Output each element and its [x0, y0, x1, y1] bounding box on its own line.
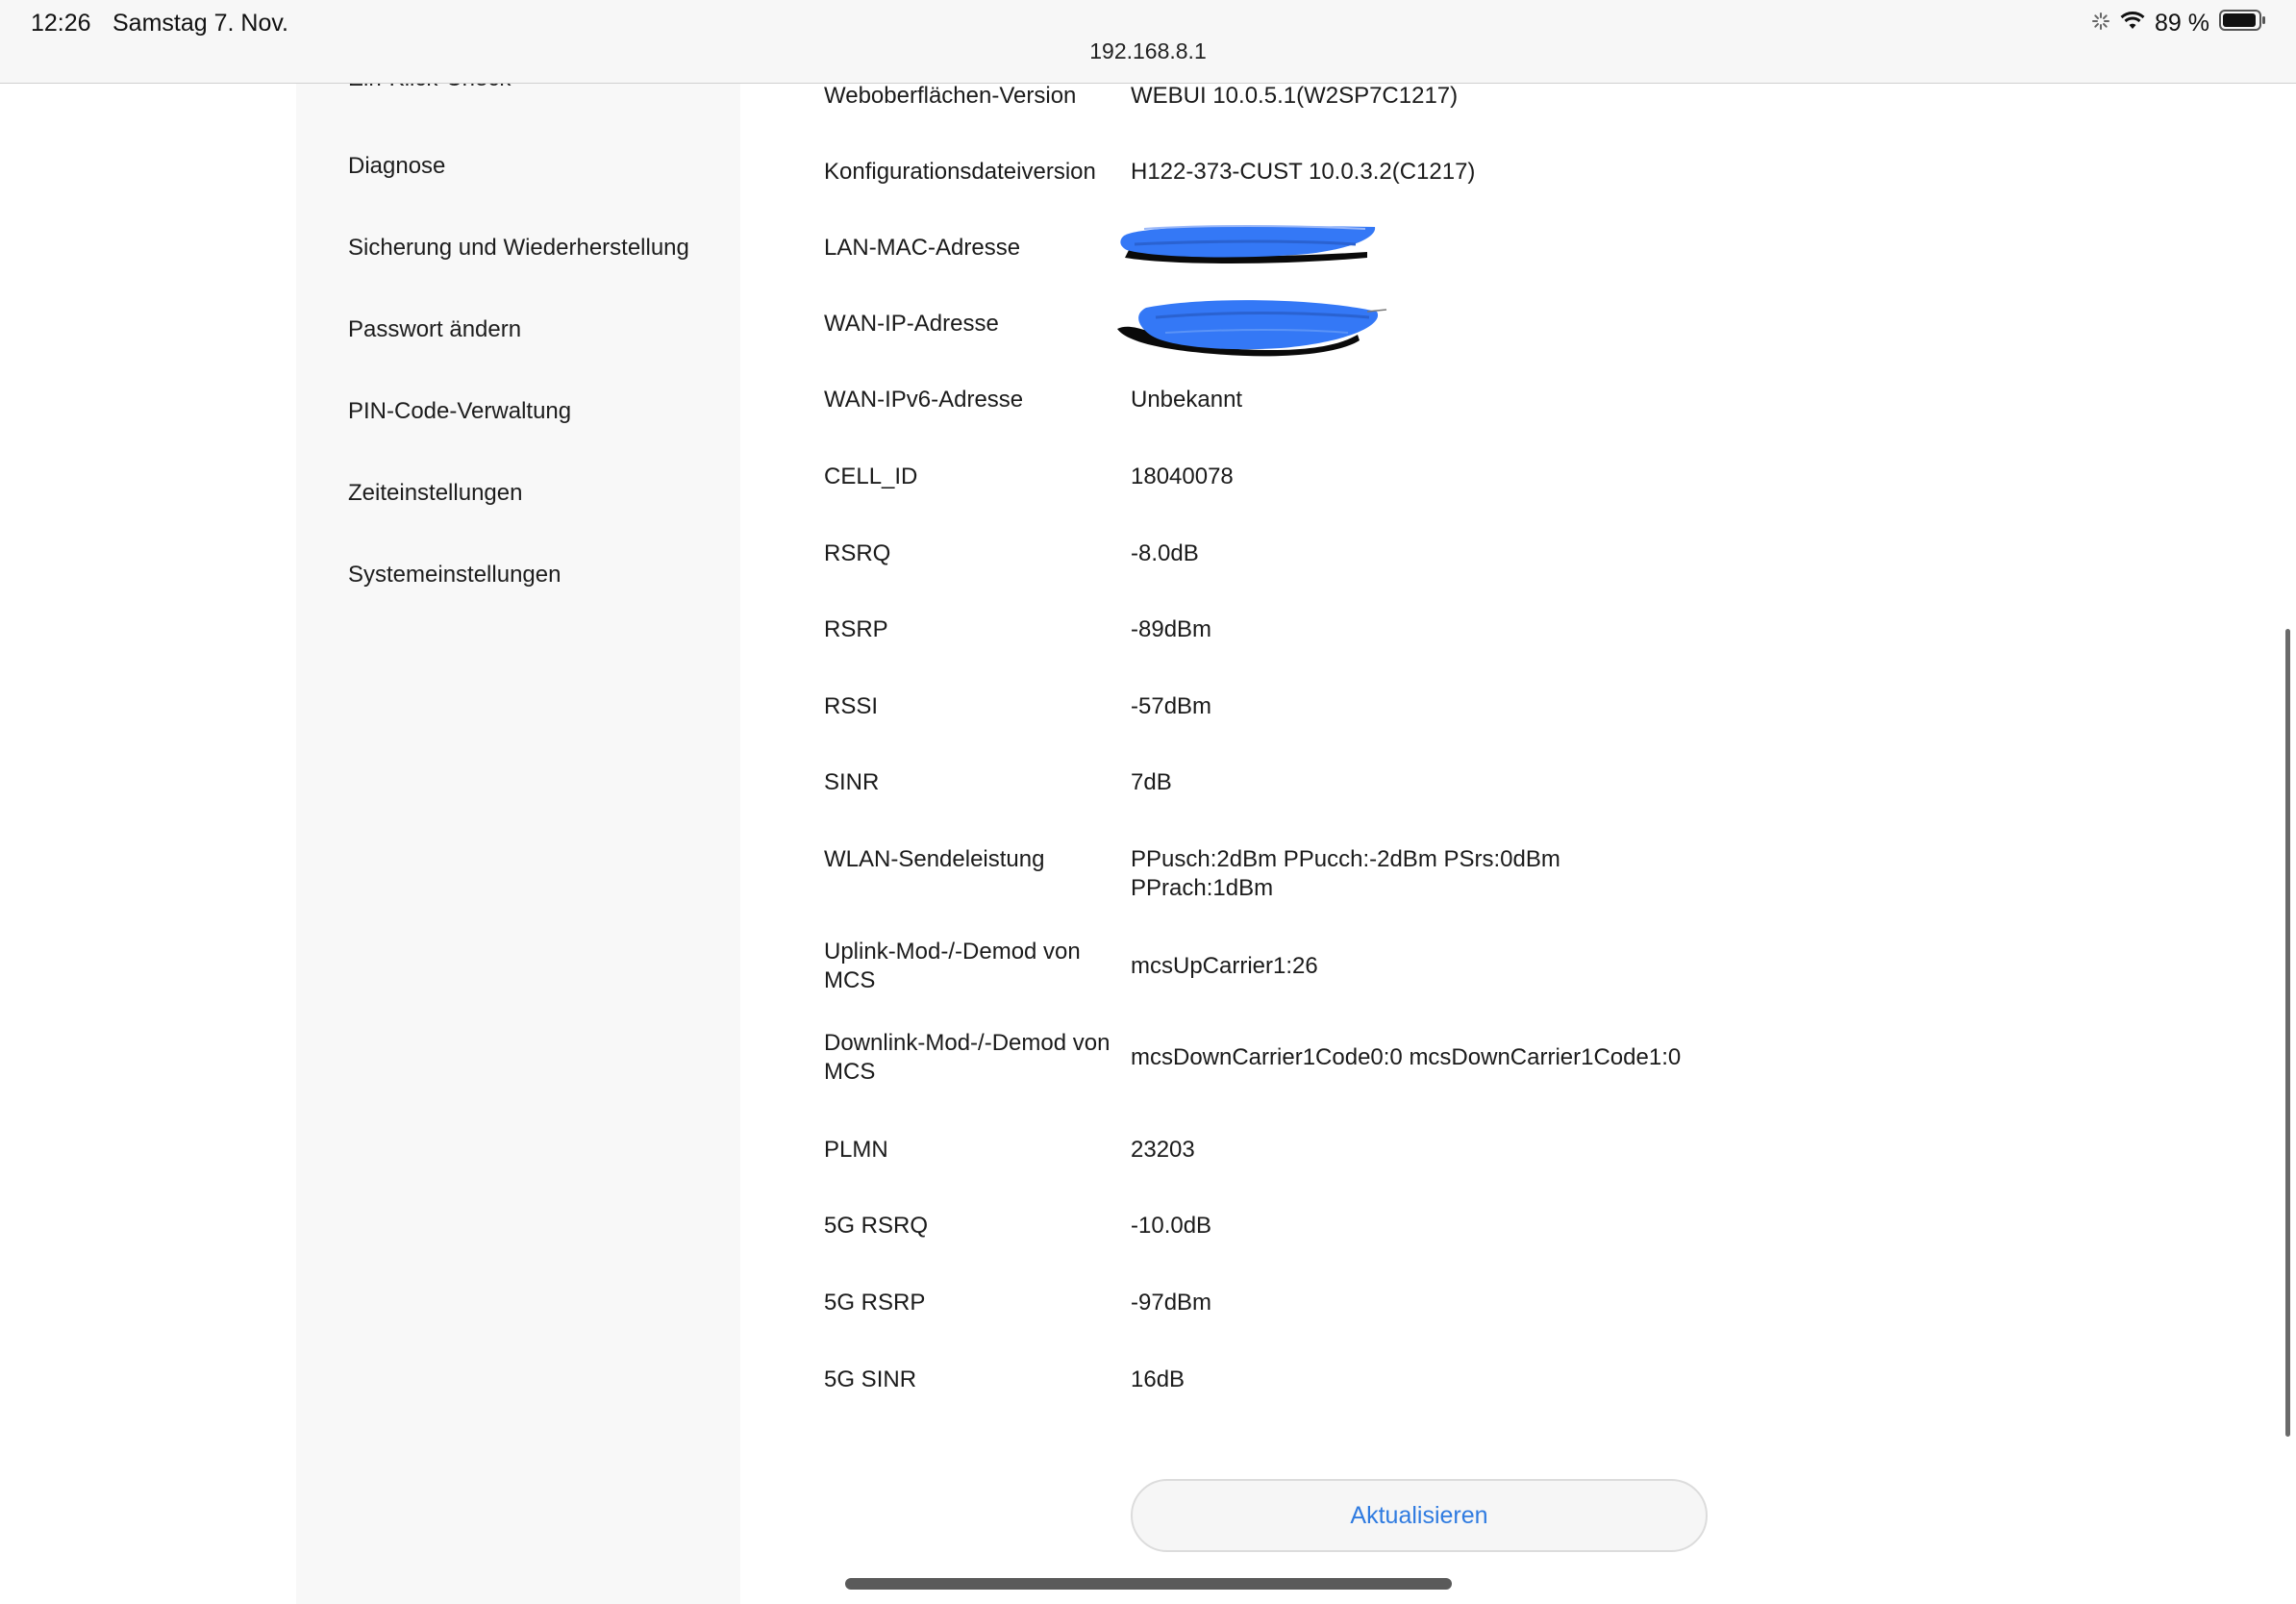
info-label: LAN-MAC-Adresse	[824, 235, 1021, 261]
info-label: RSRP	[824, 616, 888, 642]
info-value: 23203	[1131, 1137, 1195, 1163]
info-label: 5G RSRQ	[824, 1213, 929, 1239]
info-label: RSRQ	[824, 540, 891, 566]
sidebar-item-sicherung[interactable]: Sicherung und Wiederherstellung	[348, 235, 689, 262]
info-value: mcsUpCarrier1:26	[1131, 953, 1318, 979]
info-label: SINR	[824, 769, 880, 795]
redaction-scribble	[1117, 300, 1387, 357]
info-value: 16dB	[1131, 1366, 1185, 1392]
info-label: WAN-IPv6-Adresse	[824, 387, 1024, 413]
scrollbar[interactable]	[2285, 629, 2290, 1437]
home-indicator[interactable]	[845, 1578, 1452, 1590]
redaction-scribble	[1120, 225, 1376, 263]
info-value: WEBUI 10.0.5.1(W2SP7C1217)	[1131, 83, 1459, 109]
info-label: 5G SINR	[824, 1366, 917, 1392]
sidebar-item-passwort[interactable]: Passwort ändern	[348, 316, 521, 343]
address-bar-url[interactable]: 192.168.8.1	[0, 38, 2296, 64]
refresh-button[interactable]: Aktualisieren	[1131, 1479, 1708, 1552]
status-indicators: 89 %	[2091, 9, 2267, 38]
info-value: -97dBm	[1131, 1290, 1212, 1316]
status-time: 12:26	[31, 10, 91, 37]
sidebar: Ein-Klick-Check Diagnose Sicherung und W…	[296, 65, 740, 1604]
info-label: Konfigurationsdateiversion	[824, 159, 1096, 185]
info-label: WAN-IP-Adresse	[824, 311, 999, 337]
info-value: 7dB	[1131, 769, 1172, 795]
info-label: Weboberflächen-Version	[824, 83, 1077, 109]
status-date: Samstag 7. Nov.	[112, 10, 288, 37]
info-value: 18040078	[1131, 464, 1234, 489]
info-value: -89dBm	[1131, 616, 1212, 642]
battery-percentage: 89 %	[2155, 10, 2209, 37]
info-label: Downlink-Mod-/-Demod von MCS	[824, 1030, 1111, 1085]
info-value: -57dBm	[1131, 693, 1212, 719]
sidebar-item-pin-code[interactable]: PIN-Code-Verwaltung	[348, 398, 571, 425]
info-label: 5G RSRP	[824, 1290, 926, 1316]
info-value: Unbekannt	[1131, 387, 1243, 413]
activity-spinner-icon	[2091, 10, 2110, 38]
info-label: RSSI	[824, 693, 879, 719]
info-label: PLMN	[824, 1137, 888, 1163]
info-value: mcsDownCarrier1Code0:0 mcsDownCarrier1Co…	[1131, 1044, 1682, 1070]
info-value: -8.0dB	[1131, 540, 1199, 566]
info-value: -10.0dB	[1131, 1213, 1212, 1239]
info-label: WLAN-Sendeleistung	[824, 846, 1045, 872]
sidebar-item-diagnose[interactable]: Diagnose	[348, 153, 445, 180]
info-value: PPusch:2dBm PPucch:-2dBm PSrs:0dBm PPrac…	[1131, 846, 1560, 901]
sidebar-item-zeiteinstellungen[interactable]: Zeiteinstellungen	[348, 480, 522, 507]
wifi-icon	[2120, 10, 2145, 38]
info-label: CELL_ID	[824, 464, 918, 489]
battery-icon	[2219, 9, 2267, 38]
sidebar-item-systemeinstellungen[interactable]: Systemeinstellungen	[348, 562, 561, 589]
browser-header: 12:26 Samstag 7. Nov. 89 % 192.168.8.1	[0, 0, 2296, 84]
info-label: Uplink-Mod-/-Demod von MCS	[824, 939, 1081, 993]
info-value: H122-373-CUST 10.0.3.2(C1217)	[1131, 159, 1476, 185]
